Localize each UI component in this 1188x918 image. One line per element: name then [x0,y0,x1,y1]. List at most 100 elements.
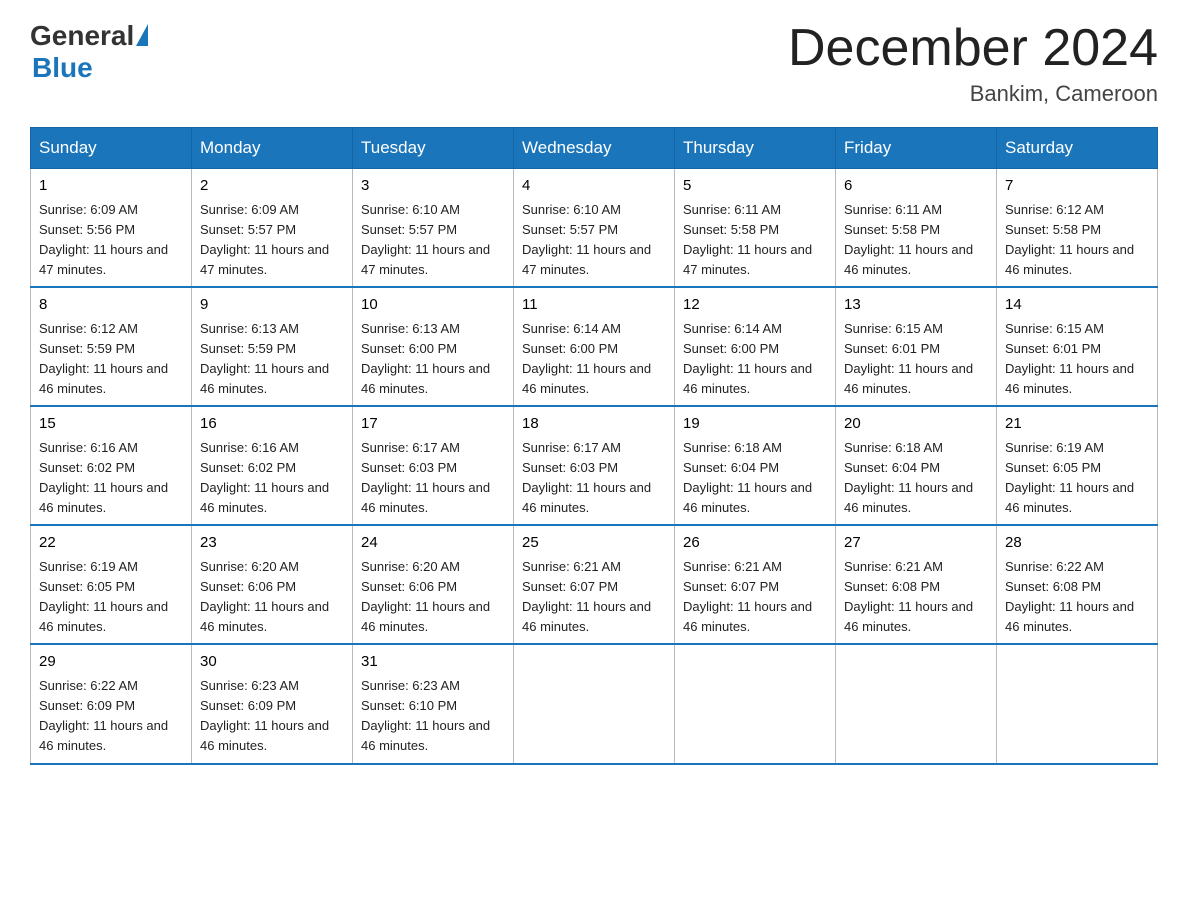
calendar-cell: 2Sunrise: 6:09 AMSunset: 5:57 PMDaylight… [192,169,353,288]
day-number: 24 [361,532,505,555]
day-number: 31 [361,651,505,674]
logo: General Blue [30,20,148,84]
calendar-week-row: 22Sunrise: 6:19 AMSunset: 6:05 PMDayligh… [31,525,1158,644]
day-info: Sunrise: 6:11 AMSunset: 5:58 PMDaylight:… [683,200,827,281]
calendar-cell: 30Sunrise: 6:23 AMSunset: 6:09 PMDayligh… [192,644,353,763]
calendar-cell: 15Sunrise: 6:16 AMSunset: 6:02 PMDayligh… [31,406,192,525]
day-number: 2 [200,175,344,198]
day-info: Sunrise: 6:14 AMSunset: 6:00 PMDaylight:… [522,319,666,400]
calendar-cell [675,644,836,763]
calendar-header-friday: Friday [836,128,997,169]
day-info: Sunrise: 6:21 AMSunset: 6:08 PMDaylight:… [844,557,988,638]
calendar-header-tuesday: Tuesday [353,128,514,169]
calendar-header-wednesday: Wednesday [514,128,675,169]
day-info: Sunrise: 6:17 AMSunset: 6:03 PMDaylight:… [522,438,666,519]
calendar-week-row: 29Sunrise: 6:22 AMSunset: 6:09 PMDayligh… [31,644,1158,763]
calendar-header-row: SundayMondayTuesdayWednesdayThursdayFrid… [31,128,1158,169]
day-info: Sunrise: 6:13 AMSunset: 6:00 PMDaylight:… [361,319,505,400]
day-info: Sunrise: 6:16 AMSunset: 6:02 PMDaylight:… [39,438,183,519]
calendar-cell: 8Sunrise: 6:12 AMSunset: 5:59 PMDaylight… [31,287,192,406]
day-number: 29 [39,651,183,674]
day-number: 11 [522,294,666,317]
day-number: 18 [522,413,666,436]
calendar-cell [514,644,675,763]
calendar-week-row: 8Sunrise: 6:12 AMSunset: 5:59 PMDaylight… [31,287,1158,406]
day-info: Sunrise: 6:12 AMSunset: 5:59 PMDaylight:… [39,319,183,400]
logo-text: General [30,20,148,52]
day-number: 16 [200,413,344,436]
calendar-cell: 28Sunrise: 6:22 AMSunset: 6:08 PMDayligh… [997,525,1158,644]
day-info: Sunrise: 6:18 AMSunset: 6:04 PMDaylight:… [683,438,827,519]
calendar-cell: 17Sunrise: 6:17 AMSunset: 6:03 PMDayligh… [353,406,514,525]
page-header: General Blue December 2024 Bankim, Camer… [30,20,1158,107]
calendar-cell: 26Sunrise: 6:21 AMSunset: 6:07 PMDayligh… [675,525,836,644]
location: Bankim, Cameroon [788,81,1158,107]
calendar-cell [997,644,1158,763]
day-info: Sunrise: 6:17 AMSunset: 6:03 PMDaylight:… [361,438,505,519]
day-number: 28 [1005,532,1149,555]
day-info: Sunrise: 6:20 AMSunset: 6:06 PMDaylight:… [361,557,505,638]
day-info: Sunrise: 6:20 AMSunset: 6:06 PMDaylight:… [200,557,344,638]
day-info: Sunrise: 6:23 AMSunset: 6:10 PMDaylight:… [361,676,505,757]
calendar-cell: 25Sunrise: 6:21 AMSunset: 6:07 PMDayligh… [514,525,675,644]
month-title: December 2024 [788,20,1158,77]
day-info: Sunrise: 6:23 AMSunset: 6:09 PMDaylight:… [200,676,344,757]
calendar-cell: 21Sunrise: 6:19 AMSunset: 6:05 PMDayligh… [997,406,1158,525]
day-number: 26 [683,532,827,555]
day-info: Sunrise: 6:22 AMSunset: 6:08 PMDaylight:… [1005,557,1149,638]
calendar-cell: 14Sunrise: 6:15 AMSunset: 6:01 PMDayligh… [997,287,1158,406]
day-info: Sunrise: 6:21 AMSunset: 6:07 PMDaylight:… [522,557,666,638]
day-number: 9 [200,294,344,317]
day-info: Sunrise: 6:18 AMSunset: 6:04 PMDaylight:… [844,438,988,519]
calendar-header-sunday: Sunday [31,128,192,169]
day-number: 12 [683,294,827,317]
day-number: 7 [1005,175,1149,198]
calendar-cell: 5Sunrise: 6:11 AMSunset: 5:58 PMDaylight… [675,169,836,288]
day-info: Sunrise: 6:12 AMSunset: 5:58 PMDaylight:… [1005,200,1149,281]
calendar-cell: 1Sunrise: 6:09 AMSunset: 5:56 PMDaylight… [31,169,192,288]
calendar-cell: 7Sunrise: 6:12 AMSunset: 5:58 PMDaylight… [997,169,1158,288]
calendar-cell: 20Sunrise: 6:18 AMSunset: 6:04 PMDayligh… [836,406,997,525]
day-info: Sunrise: 6:16 AMSunset: 6:02 PMDaylight:… [200,438,344,519]
calendar-cell: 3Sunrise: 6:10 AMSunset: 5:57 PMDaylight… [353,169,514,288]
calendar-cell: 16Sunrise: 6:16 AMSunset: 6:02 PMDayligh… [192,406,353,525]
calendar-header-saturday: Saturday [997,128,1158,169]
day-info: Sunrise: 6:22 AMSunset: 6:09 PMDaylight:… [39,676,183,757]
day-number: 23 [200,532,344,555]
calendar-cell: 29Sunrise: 6:22 AMSunset: 6:09 PMDayligh… [31,644,192,763]
calendar-cell: 31Sunrise: 6:23 AMSunset: 6:10 PMDayligh… [353,644,514,763]
day-number: 30 [200,651,344,674]
calendar-cell [836,644,997,763]
day-info: Sunrise: 6:09 AMSunset: 5:57 PMDaylight:… [200,200,344,281]
calendar-cell: 10Sunrise: 6:13 AMSunset: 6:00 PMDayligh… [353,287,514,406]
day-info: Sunrise: 6:14 AMSunset: 6:00 PMDaylight:… [683,319,827,400]
day-number: 15 [39,413,183,436]
calendar-header-monday: Monday [192,128,353,169]
day-info: Sunrise: 6:13 AMSunset: 5:59 PMDaylight:… [200,319,344,400]
day-number: 20 [844,413,988,436]
calendar-cell: 22Sunrise: 6:19 AMSunset: 6:05 PMDayligh… [31,525,192,644]
calendar-cell: 11Sunrise: 6:14 AMSunset: 6:00 PMDayligh… [514,287,675,406]
day-number: 4 [522,175,666,198]
day-info: Sunrise: 6:10 AMSunset: 5:57 PMDaylight:… [361,200,505,281]
day-info: Sunrise: 6:21 AMSunset: 6:07 PMDaylight:… [683,557,827,638]
calendar-cell: 19Sunrise: 6:18 AMSunset: 6:04 PMDayligh… [675,406,836,525]
day-info: Sunrise: 6:19 AMSunset: 6:05 PMDaylight:… [1005,438,1149,519]
day-number: 27 [844,532,988,555]
day-number: 5 [683,175,827,198]
calendar-cell: 24Sunrise: 6:20 AMSunset: 6:06 PMDayligh… [353,525,514,644]
calendar-cell: 12Sunrise: 6:14 AMSunset: 6:00 PMDayligh… [675,287,836,406]
day-info: Sunrise: 6:11 AMSunset: 5:58 PMDaylight:… [844,200,988,281]
logo-general: General [30,20,134,52]
logo-triangle-icon [136,24,148,46]
day-number: 21 [1005,413,1149,436]
day-number: 19 [683,413,827,436]
calendar-week-row: 15Sunrise: 6:16 AMSunset: 6:02 PMDayligh… [31,406,1158,525]
calendar-cell: 4Sunrise: 6:10 AMSunset: 5:57 PMDaylight… [514,169,675,288]
calendar-cell: 13Sunrise: 6:15 AMSunset: 6:01 PMDayligh… [836,287,997,406]
title-section: December 2024 Bankim, Cameroon [788,20,1158,107]
day-number: 3 [361,175,505,198]
logo-blue: Blue [32,52,93,84]
day-info: Sunrise: 6:19 AMSunset: 6:05 PMDaylight:… [39,557,183,638]
day-number: 8 [39,294,183,317]
